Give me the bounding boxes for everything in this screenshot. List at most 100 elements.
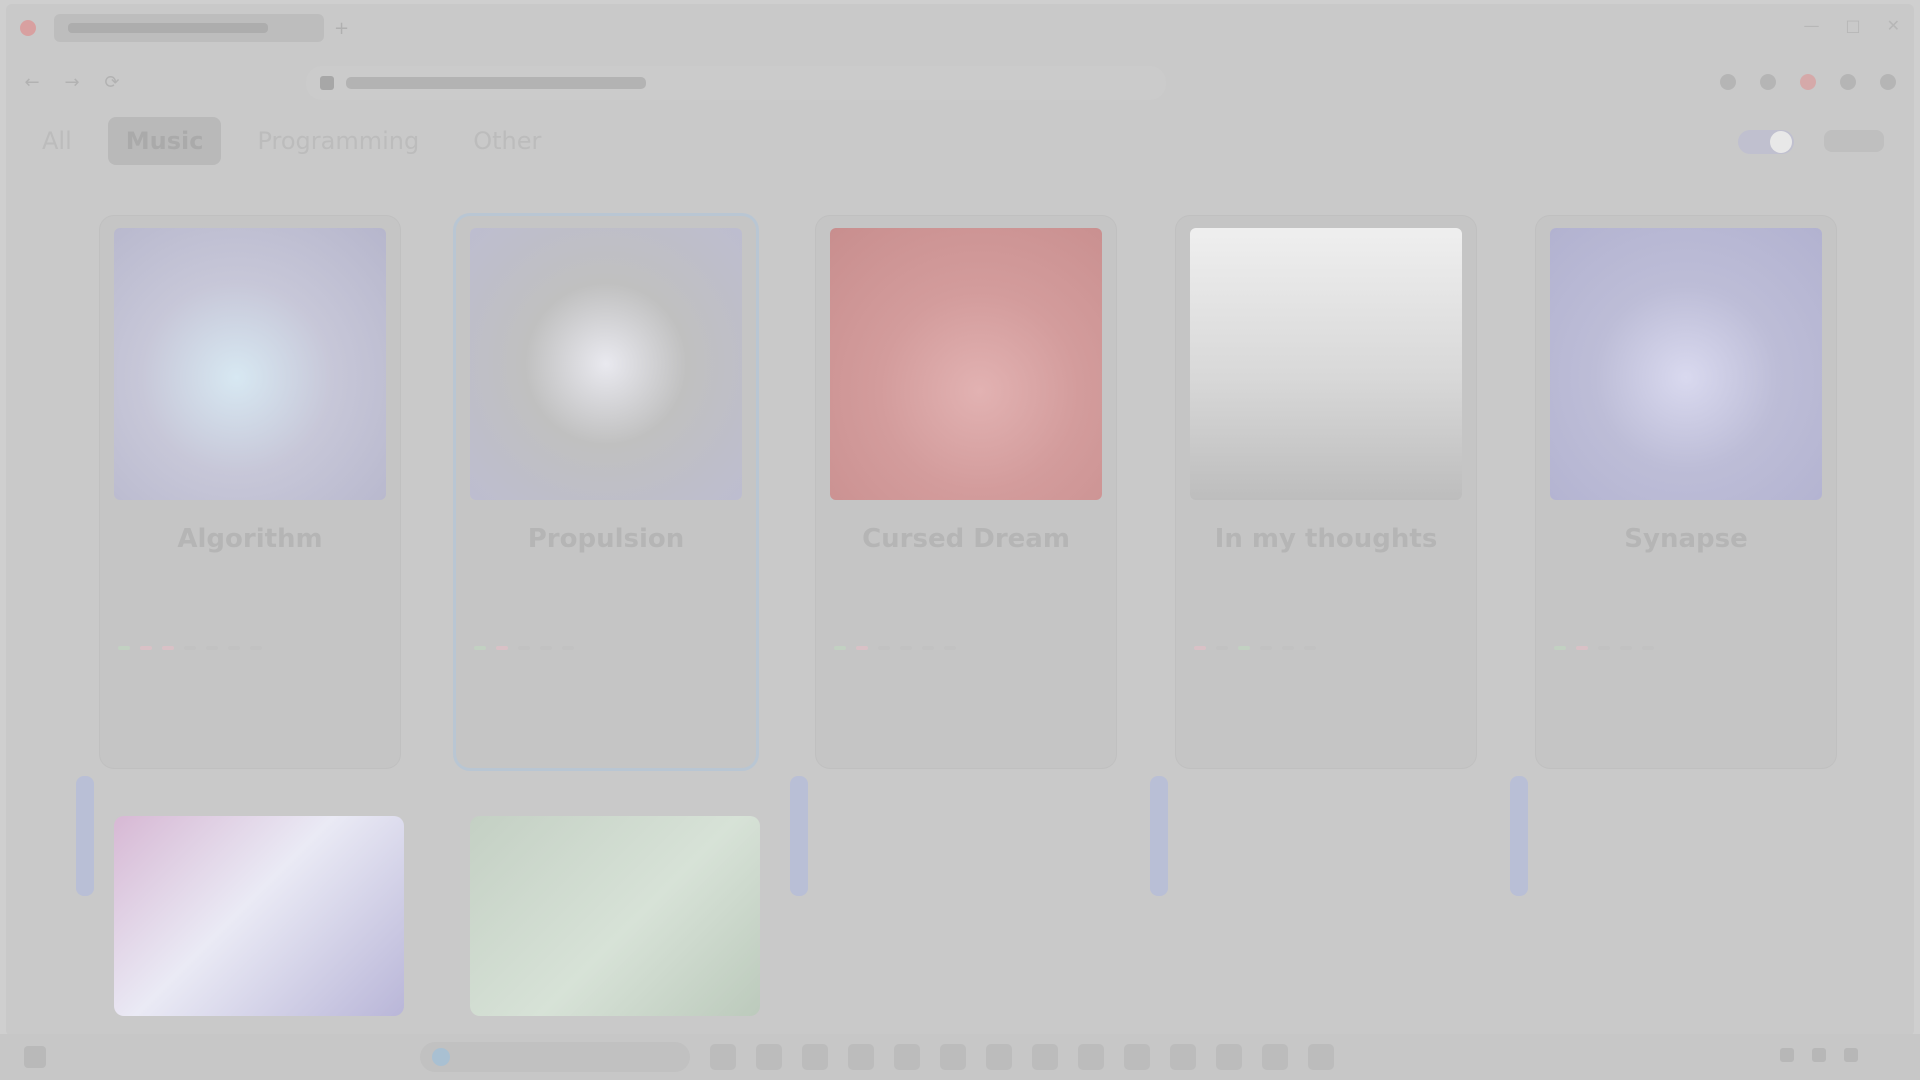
tag[interactable] (562, 646, 574, 650)
tag[interactable] (496, 646, 508, 650)
app-icon[interactable] (802, 1044, 828, 1070)
category-programming[interactable]: Programming (239, 117, 437, 165)
tag[interactable] (1620, 646, 1632, 650)
tag[interactable] (856, 646, 868, 650)
browser-logo-icon (20, 20, 36, 36)
url-input[interactable] (306, 66, 1166, 100)
tag[interactable] (1642, 646, 1654, 650)
tag[interactable] (1216, 646, 1228, 650)
tag[interactable] (878, 646, 890, 650)
album-cover (830, 228, 1102, 500)
pinned-apps (710, 1044, 1334, 1070)
album-tile[interactable] (470, 816, 760, 1016)
album-title: Synapse (1624, 524, 1748, 554)
app-icon[interactable] (1216, 1044, 1242, 1070)
album-title: Propulsion (527, 524, 685, 554)
tag[interactable] (184, 646, 196, 650)
menu-icon[interactable] (1880, 74, 1896, 90)
app-icon[interactable] (1032, 1044, 1058, 1070)
tag[interactable] (118, 646, 130, 650)
tag[interactable] (518, 646, 530, 650)
bookmark-icon[interactable] (1720, 74, 1736, 90)
category-all[interactable]: All (24, 117, 90, 165)
extensions-icon[interactable] (1760, 74, 1776, 90)
tab-title (68, 23, 268, 33)
refresh-button[interactable]: ⟳ (98, 68, 126, 96)
tag[interactable] (140, 646, 152, 650)
scroll-accent (790, 776, 808, 896)
tag[interactable] (228, 646, 240, 650)
maximize-button[interactable]: □ (1845, 16, 1860, 35)
category-bar: All Music Programming Other (6, 112, 1914, 170)
battery-icon[interactable] (1844, 1048, 1858, 1062)
tag-list (834, 646, 1098, 650)
tag[interactable] (944, 646, 956, 650)
browser-window: + — □ ✕ ← → ⟳ All Music Programming Othe… (6, 4, 1914, 1036)
taskbar-search-input[interactable] (420, 1042, 690, 1072)
app-icon[interactable] (1124, 1044, 1150, 1070)
app-icon[interactable] (940, 1044, 966, 1070)
tag[interactable] (474, 646, 486, 650)
scroll-accent (76, 776, 94, 896)
forward-button[interactable]: → (58, 68, 86, 96)
app-icon[interactable] (1170, 1044, 1196, 1070)
app-icon[interactable] (986, 1044, 1012, 1070)
tag[interactable] (250, 646, 262, 650)
close-button[interactable]: ✕ (1887, 16, 1900, 35)
title-bar: + — □ ✕ (6, 4, 1914, 52)
tag[interactable] (1598, 646, 1610, 650)
category-other[interactable]: Other (455, 117, 559, 165)
album-cover (1550, 228, 1822, 500)
app-icon[interactable] (710, 1044, 736, 1070)
album-cover (114, 228, 386, 500)
volume-icon[interactable] (1812, 1048, 1826, 1062)
tag[interactable] (1282, 646, 1294, 650)
tag[interactable] (1194, 646, 1206, 650)
album-tile[interactable] (114, 816, 404, 1016)
more-options-button[interactable] (1824, 130, 1884, 152)
tag[interactable] (1554, 646, 1566, 650)
album-card-in-my-thoughts[interactable]: In my thoughts (1176, 216, 1476, 768)
view-toggle[interactable] (1738, 130, 1794, 154)
album-title: In my thoughts (1214, 524, 1438, 554)
tag[interactable] (540, 646, 552, 650)
app-icon[interactable] (1308, 1044, 1334, 1070)
app-icon[interactable] (848, 1044, 874, 1070)
app-icon[interactable] (1262, 1044, 1288, 1070)
album-title: Cursed Dream (862, 524, 1070, 554)
start-menu-icon[interactable] (24, 1046, 46, 1068)
search-icon (432, 1048, 450, 1066)
site-info-icon[interactable] (320, 76, 334, 90)
album-card-algorithm[interactable]: Algorithm (100, 216, 400, 768)
app-icon[interactable] (1078, 1044, 1104, 1070)
settings-icon[interactable] (1840, 74, 1856, 90)
tag[interactable] (1304, 646, 1316, 650)
minimize-button[interactable]: — (1803, 16, 1819, 35)
tag-list (474, 646, 738, 650)
app-icon[interactable] (894, 1044, 920, 1070)
new-tab-button[interactable]: + (334, 18, 349, 39)
album-title: Algorithm (177, 524, 323, 554)
toolbar-right (1720, 74, 1896, 90)
active-tab[interactable] (54, 14, 324, 42)
tag[interactable] (1260, 646, 1272, 650)
profile-icon[interactable] (1800, 74, 1816, 90)
tag[interactable] (162, 646, 174, 650)
album-cover (1190, 228, 1462, 500)
address-bar: ← → ⟳ (6, 56, 1914, 108)
tag[interactable] (1576, 646, 1588, 650)
album-card-cursed-dream[interactable]: Cursed Dream (816, 216, 1116, 768)
album-card-synapse[interactable]: Synapse (1536, 216, 1836, 768)
app-icon[interactable] (756, 1044, 782, 1070)
tag[interactable] (206, 646, 218, 650)
tag[interactable] (922, 646, 934, 650)
network-icon[interactable] (1780, 1048, 1794, 1062)
album-cover (470, 228, 742, 500)
window-controls: — □ ✕ (1803, 16, 1900, 35)
tag[interactable] (1238, 646, 1250, 650)
category-music[interactable]: Music (107, 117, 222, 165)
back-button[interactable]: ← (18, 68, 46, 96)
album-card-propulsion[interactable]: Propulsion (456, 216, 756, 768)
tag[interactable] (834, 646, 846, 650)
tag[interactable] (900, 646, 912, 650)
